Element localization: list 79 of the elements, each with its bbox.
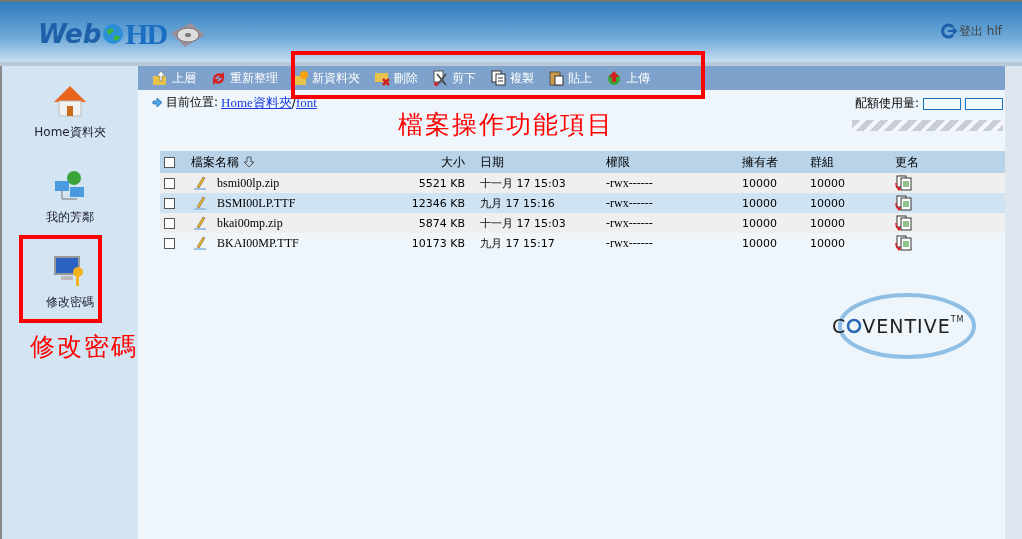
column-header[interactable]: 檔案名稱 <box>191 153 239 171</box>
file-pencil-icon <box>193 235 207 251</box>
column-header: 權限 <box>606 153 630 171</box>
annotation-text: 檔案操作功能項目 <box>398 109 614 141</box>
table-cell-text: 10000 <box>742 236 778 250</box>
table-cell-text: 10173 KB <box>410 236 465 250</box>
arrow-right-icon <box>152 97 163 108</box>
path-link[interactable]: Home資料夾 <box>221 93 292 112</box>
table-cell-text: -rwx------ <box>606 235 654 251</box>
table-row[interactable]: bsmi00lp.zip 5521 KB 十一月 17 15:03 -rwx------ 10000 10000 <box>160 173 1005 193</box>
table-cell-text: 九月 17 15:17 <box>479 235 556 251</box>
column-header: 擁有者 <box>742 153 778 171</box>
table-cell-text: 10000 <box>742 176 778 190</box>
quota-box <box>923 97 961 110</box>
file-name[interactable]: BKAI00MP.TTF <box>217 235 299 251</box>
table-cell-text: 十一月 17 15:03 <box>479 215 567 231</box>
logout-icon <box>941 23 957 39</box>
quota-label: 配額使用量: <box>854 95 919 112</box>
file-pencil-icon <box>193 195 207 211</box>
rename-icon[interactable] <box>895 195 912 211</box>
house-icon <box>52 84 88 118</box>
new-folder-icon <box>292 70 308 86</box>
table-cell-text: 十一月 17 15:03 <box>479 175 567 191</box>
folder-delete-icon <box>374 70 390 86</box>
logo-text: HD <box>125 17 167 51</box>
rename-icon[interactable] <box>895 215 912 231</box>
checkbox[interactable] <box>164 156 175 168</box>
table-cell-text: 10000 <box>742 216 778 230</box>
location-label: 目前位置: <box>166 94 219 111</box>
rename-icon[interactable] <box>895 235 912 251</box>
sidebar-item[interactable]: Home資料夾 <box>34 84 106 141</box>
file-pencil-icon <box>193 215 207 231</box>
checkbox[interactable] <box>164 177 175 189</box>
rename-icon[interactable] <box>895 175 912 191</box>
table-row[interactable]: BSMI00LP.TTF 12346 KB 九月 17 15:16 -rwx------ 10000 10000 <box>160 193 1005 213</box>
table-cell-text: -rwx------ <box>606 175 654 191</box>
upload-icon <box>606 70 622 86</box>
column-header: 大小 <box>441 153 465 171</box>
brand-text: VENTIVE <box>862 315 951 337</box>
column-header: 日期 <box>480 153 504 171</box>
table-cell-text: 5874 KB <box>417 216 465 230</box>
scissors-icon <box>432 70 448 86</box>
trademark-mark: TM <box>950 315 965 324</box>
column-header: 更名 <box>895 153 919 171</box>
ring-icon <box>846 318 863 334</box>
folder-up-icon <box>152 70 168 86</box>
checkbox[interactable] <box>164 197 175 209</box>
sidebar-item[interactable]: 修改密碼 <box>46 254 94 311</box>
table-cell-text: 10000 <box>810 176 846 190</box>
file-pencil-icon <box>193 175 207 191</box>
table-cell-text: 10000 <box>742 196 778 210</box>
annotation-text: 修改密碼 <box>30 331 138 363</box>
table-row[interactable]: BKAI00MP.TTF 10173 KB 九月 17 15:17 -rwx------ 10000 10000 <box>160 233 1005 253</box>
table-cell-text: -rwx------ <box>606 195 654 211</box>
copy-icon <box>490 70 506 86</box>
path-link[interactable]: font <box>295 94 317 111</box>
table-cell-text: 5521 KB <box>417 176 465 190</box>
table-row[interactable]: bkai00mp.zip 5874 KB 十一月 17 15:03 -rwx------ 10000 10000 <box>160 213 1005 233</box>
clipboard-icon <box>548 70 564 86</box>
logout-link[interactable]: 登出 hlf <box>941 22 1002 40</box>
logo-text: Web <box>38 19 102 49</box>
file-name[interactable]: bsmi00lp.zip <box>217 175 280 191</box>
checkbox[interactable] <box>164 217 175 229</box>
refresh-icon <box>210 70 226 86</box>
quota-box <box>965 97 1003 110</box>
sidebar-item[interactable]: 我的芳鄰 <box>46 169 94 226</box>
table-cell-text: 12346 KB <box>410 196 465 210</box>
brand-text: C <box>832 315 847 337</box>
column-header: 群組 <box>810 153 834 171</box>
table-cell-text: -rwx------ <box>606 215 654 231</box>
sort-down-icon <box>243 156 255 168</box>
checkbox[interactable] <box>164 237 175 249</box>
table-cell-text: 10000 <box>810 216 846 230</box>
file-name[interactable]: bkai00mp.zip <box>217 215 283 231</box>
globe-icon <box>102 23 125 45</box>
table-cell-text: 10000 <box>810 236 846 250</box>
table-cell-text: 10000 <box>810 196 846 210</box>
file-name[interactable]: BSMI00LP.TTF <box>217 195 296 211</box>
table-cell-text: 九月 17 15:16 <box>479 195 556 211</box>
